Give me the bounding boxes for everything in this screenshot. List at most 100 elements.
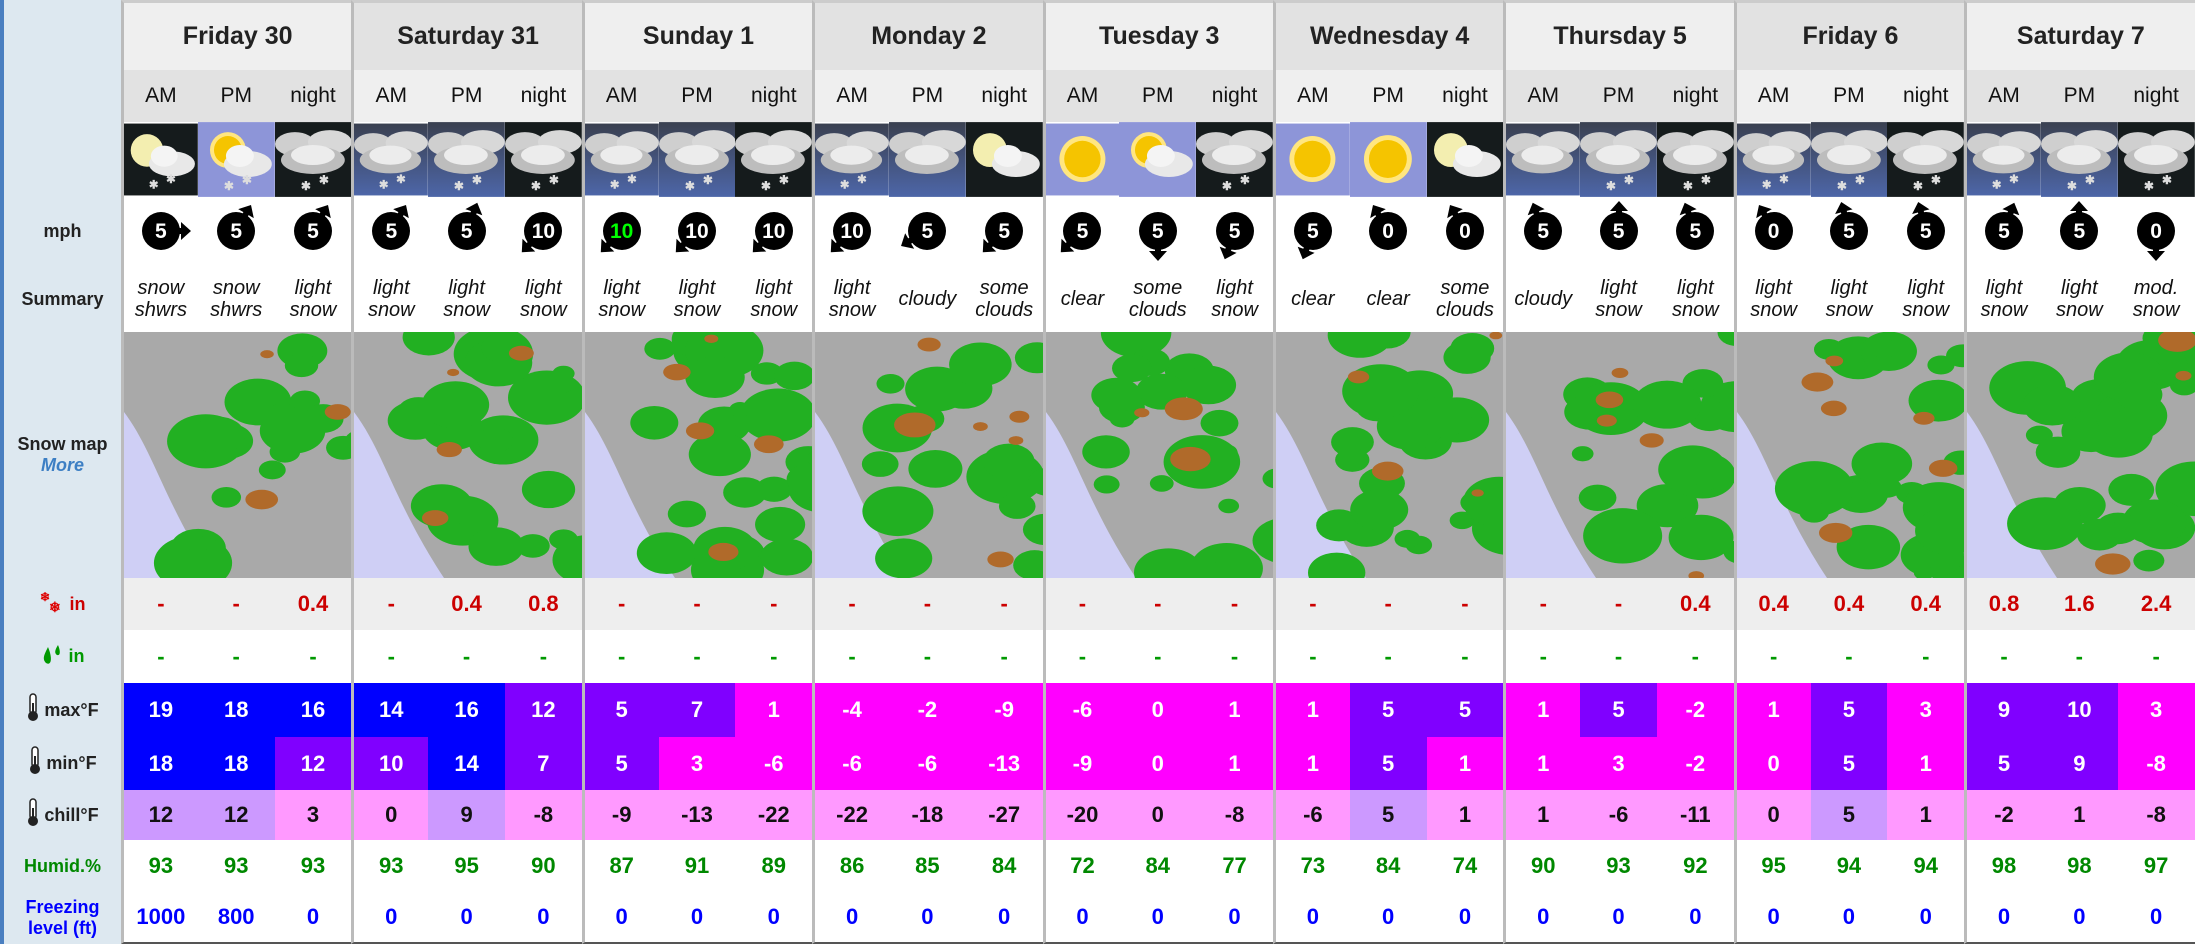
svg-text:✱: ✱	[627, 174, 637, 186]
min-temp: 5	[1349, 737, 1427, 790]
wind-chill: -22	[735, 790, 813, 840]
weather-moon-cloud-icon	[1426, 122, 1504, 197]
wind-chill: 1	[1426, 790, 1504, 840]
summary-text: light snow	[581, 266, 659, 332]
freezing-level: 0	[812, 892, 889, 944]
svg-text:✱: ✱	[242, 173, 252, 187]
wind-indicator: 5	[1657, 197, 1734, 266]
weather-cloud-snow-night-icon: ✱ ✱	[274, 122, 352, 197]
weather-cloud-snow-night-icon: ✱ ✱	[735, 122, 813, 197]
wind-indicator: 5	[1580, 197, 1657, 266]
snow-map-image[interactable]	[1964, 332, 2195, 578]
period-label: AM	[1733, 70, 1811, 122]
svg-text:✱: ✱	[1854, 173, 1864, 187]
max-temp: 5	[581, 683, 659, 737]
freezing-level: 0	[1349, 892, 1427, 944]
svg-text:✱: ✱	[166, 174, 176, 186]
snow-amount: 2.4	[2117, 578, 2195, 630]
snow-amount: -	[351, 578, 429, 630]
rain-label-text: in	[68, 646, 85, 666]
freezing-level: 0	[274, 892, 352, 944]
max-label: max°F	[0, 683, 121, 737]
summary-text: light snow	[443, 277, 490, 321]
min-temp: 1	[1887, 737, 1965, 790]
wind-speed: 0	[1767, 219, 1780, 243]
humidity: 84	[1375, 853, 1401, 878]
snow-map-image[interactable]	[1042, 332, 1273, 578]
min-temp: 18	[121, 737, 198, 790]
wind-speed: 5	[460, 219, 473, 243]
wind-chill: -6	[1272, 790, 1350, 840]
freezing-level: 0	[2117, 892, 2195, 944]
wind-indicator: 0	[1427, 197, 1504, 266]
snow-amount: -	[1042, 578, 1120, 630]
snow-map-image[interactable]	[1272, 332, 1504, 578]
snow-map-image[interactable]	[351, 332, 582, 578]
min-temp: 5	[1810, 737, 1888, 790]
summary-text: light snow	[673, 277, 721, 321]
wind-speed: 10	[685, 219, 709, 243]
freezing-level: 0	[1887, 892, 1965, 944]
snow-amount: -	[658, 578, 736, 630]
humidity: 93	[1606, 853, 1631, 878]
summary-text: clear	[1272, 266, 1350, 332]
freezing-level: 0	[658, 892, 736, 944]
summary-text: light snow	[1595, 277, 1642, 321]
snow-map-image[interactable]	[1733, 332, 1965, 578]
corner-periods	[0, 70, 121, 122]
day-header: Friday 30	[121, 0, 352, 70]
wind-chill: -8	[2117, 790, 2195, 840]
wind-indicator: 0	[2118, 197, 2195, 266]
svg-text:✱: ✱	[1606, 179, 1616, 193]
snowflake-icon: ❄ ❄	[40, 590, 66, 619]
svg-text:✱: ✱	[2067, 179, 2077, 193]
min-temp: 1	[1503, 737, 1581, 790]
wind-chill: -27	[965, 790, 1043, 840]
wind-chill: -20	[1042, 790, 1120, 840]
period-label: PM	[1810, 70, 1888, 122]
wind-speed: 5	[2073, 219, 2086, 243]
snow-map-image[interactable]	[121, 332, 352, 578]
humidity: 77	[1222, 853, 1247, 878]
snow-amount: -	[735, 578, 813, 630]
weather-cloud-snow-day-icon: ✱ ✱	[1964, 122, 2041, 197]
chill-label: chill°F	[0, 790, 121, 840]
rain-amount: -	[770, 643, 778, 669]
wind-label: mph	[0, 197, 121, 266]
wind-indicator: 5	[1042, 197, 1120, 266]
freezing-level: 0	[1042, 892, 1120, 944]
rain-amount: -	[1154, 643, 1162, 669]
wind-speed: 10	[610, 219, 634, 243]
humidity: 93	[223, 853, 249, 878]
wind-indicator: 0	[1733, 197, 1811, 266]
svg-text:✱: ✱	[379, 180, 389, 192]
humidity: 90	[531, 853, 556, 878]
wind-indicator: 5	[1503, 197, 1580, 266]
snow-map-image[interactable]	[812, 332, 1043, 578]
svg-text:✱: ✱	[1836, 179, 1846, 193]
freezing-level: 0	[1656, 892, 1734, 944]
max-label-text: max°F	[44, 699, 99, 720]
summary-text: light snow	[520, 277, 567, 321]
wind-chill: -8	[504, 790, 582, 840]
max-temp: 0	[1119, 683, 1197, 737]
freezing-level: 800	[197, 892, 275, 944]
freezing-level: 0	[504, 892, 582, 944]
more-maps-link[interactable]: More	[41, 455, 84, 476]
snow-map-image[interactable]	[1503, 332, 1734, 578]
period-label: night	[735, 70, 813, 122]
snow-map-image[interactable]	[581, 332, 813, 578]
day-header: Wednesday 4	[1272, 0, 1504, 70]
max-temp: 12	[504, 683, 582, 737]
period-label: PM	[1349, 70, 1427, 122]
svg-text:✱: ✱	[149, 180, 159, 192]
snow-amount: -	[1272, 578, 1350, 630]
min-temp: -13	[965, 737, 1043, 790]
summary-text: some clouds	[1436, 277, 1494, 321]
weather-cloud-snow-night-icon: ✱ ✱	[504, 122, 582, 197]
svg-text:✱: ✱	[1992, 180, 2002, 192]
summary-text: some clouds	[975, 277, 1034, 321]
snow-amount: -	[1349, 578, 1427, 630]
freezing-level: 0	[1272, 892, 1350, 944]
wind-chill: -11	[1656, 790, 1734, 840]
